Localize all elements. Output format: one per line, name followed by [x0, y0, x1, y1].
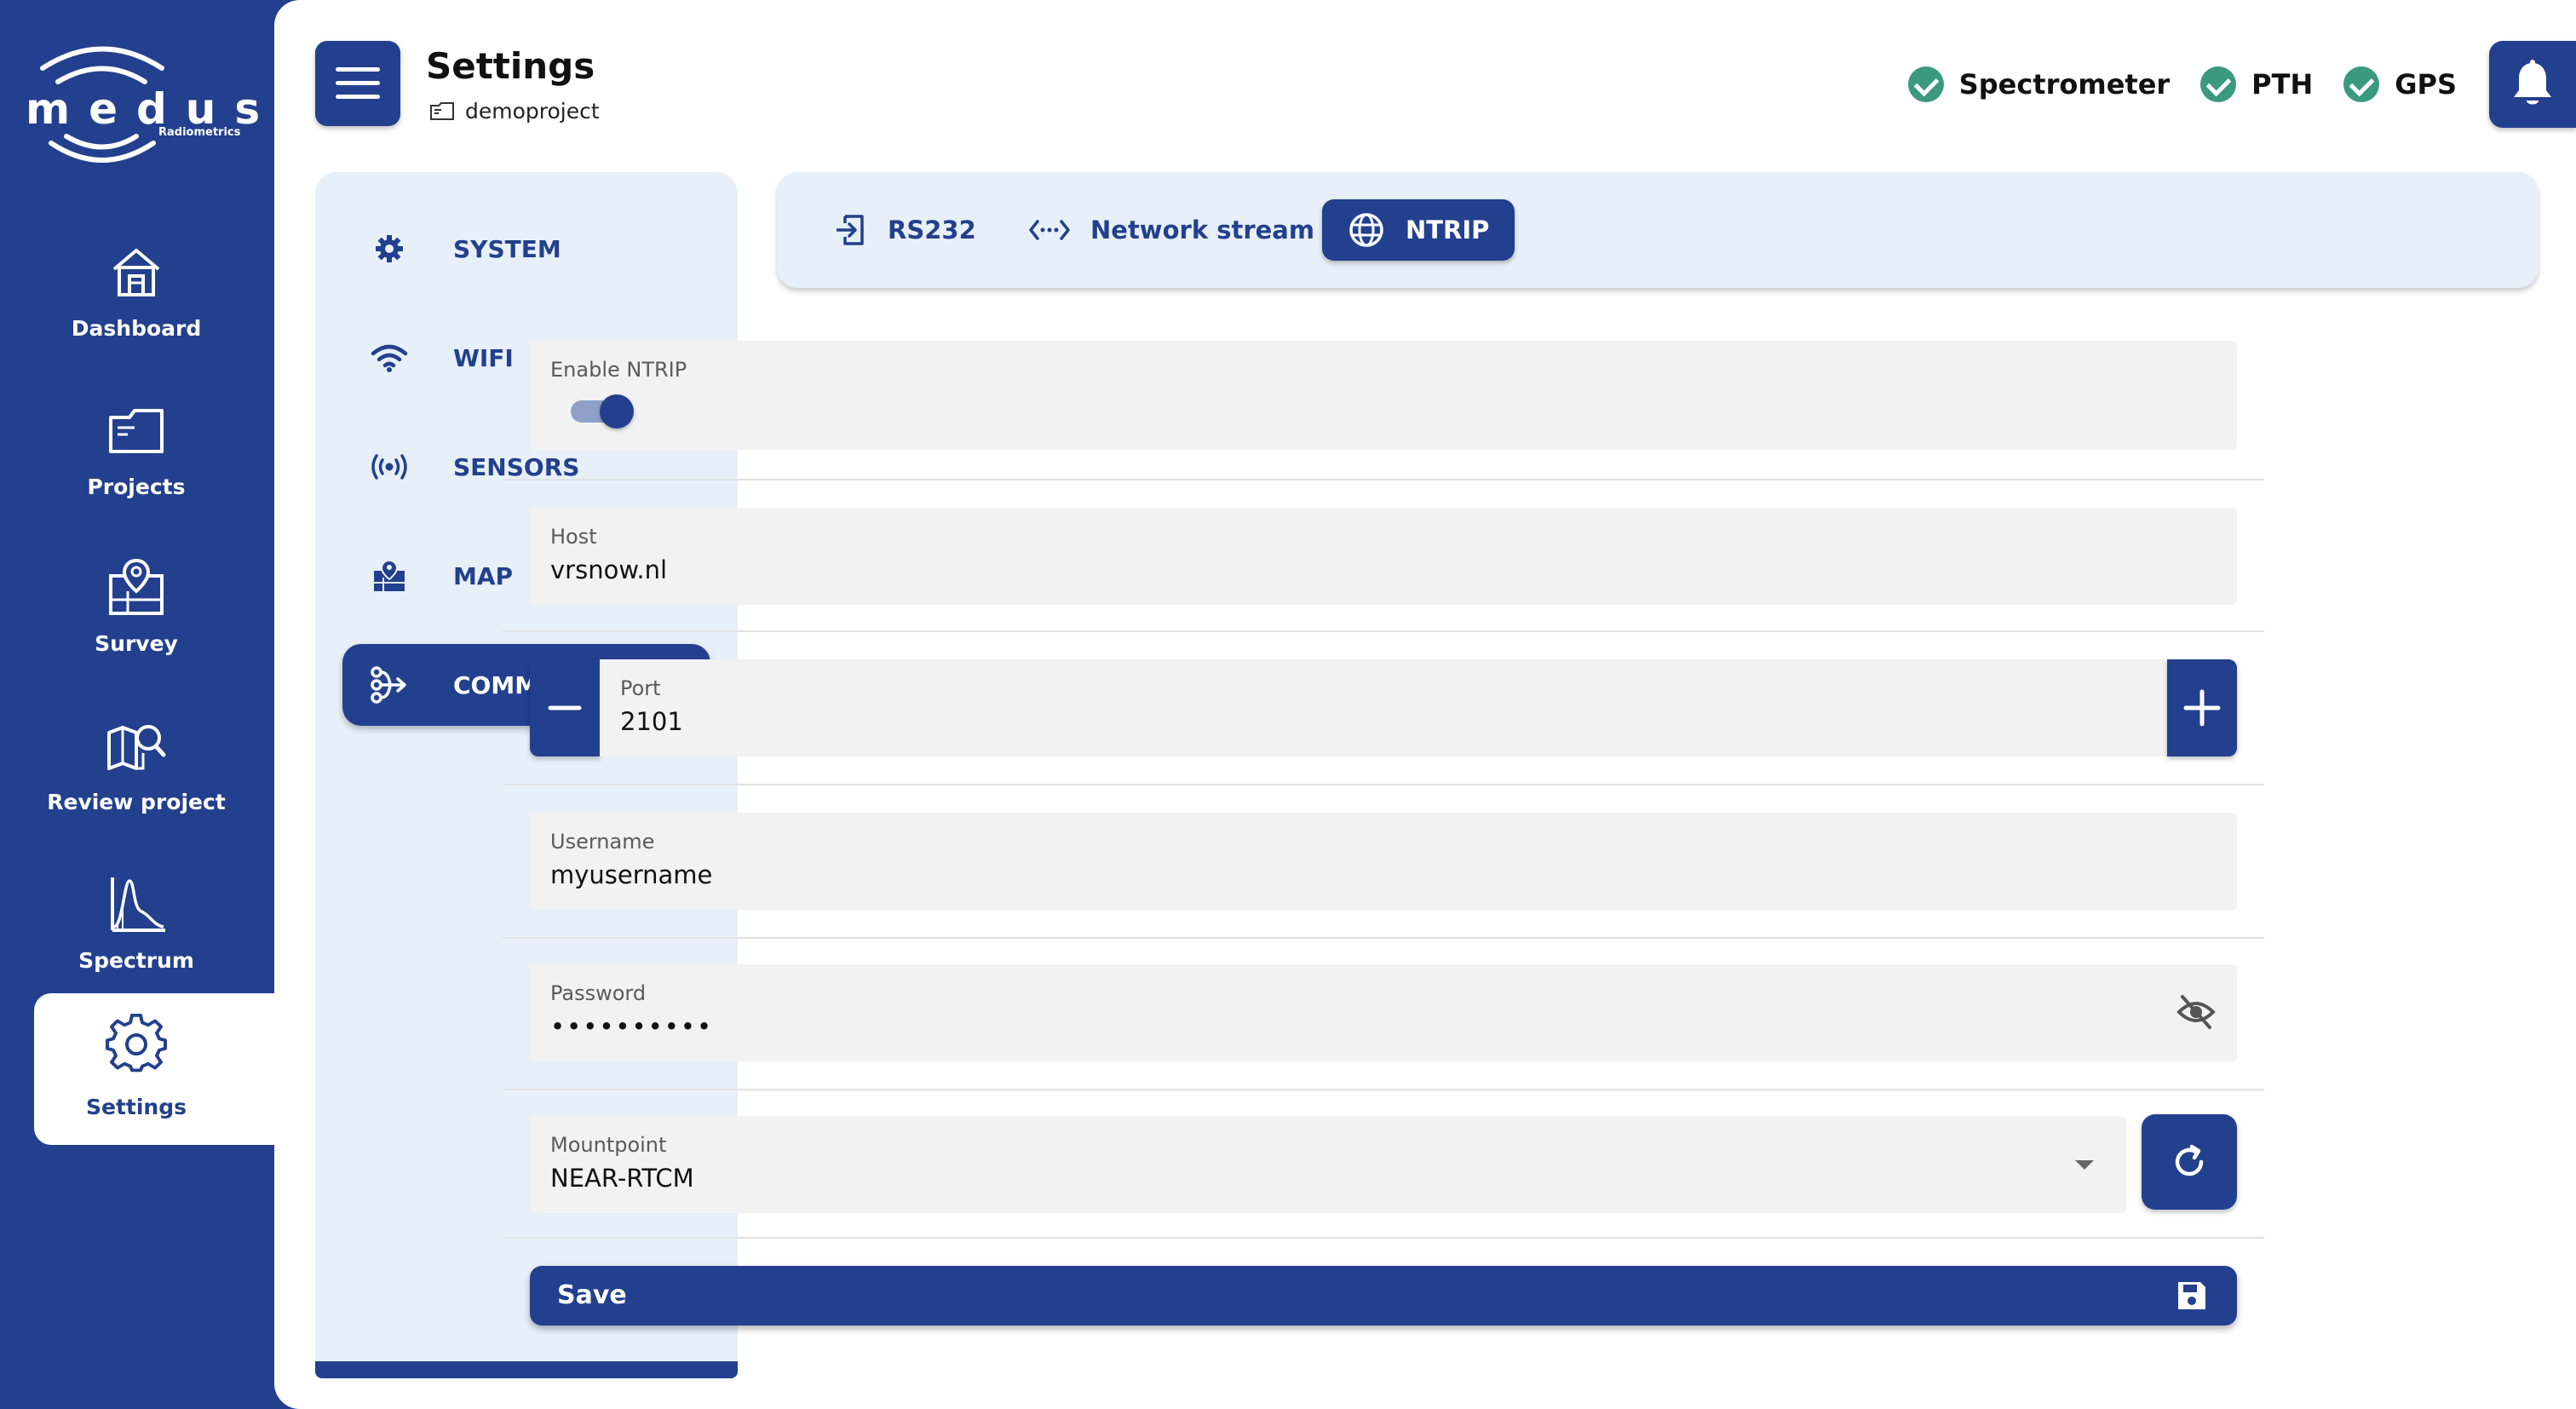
globe-icon: [1349, 213, 1383, 247]
main-navigation: medusa Radiometrics Dashboard Projects S…: [0, 0, 308, 1409]
chevron-down-icon[interactable]: [2075, 1160, 2094, 1170]
nav-item-survey[interactable]: Survey: [34, 532, 239, 683]
hamburger-line: [336, 67, 380, 72]
medusa-logo: medusa Radiometrics: [17, 34, 308, 187]
category-label: SENSORS: [453, 452, 580, 481]
port-increment-button[interactable]: [2167, 659, 2237, 756]
tab-rs232[interactable]: RS232: [808, 199, 1002, 261]
status-spectrometer: Spectrometer: [1907, 66, 2171, 102]
bell-icon: [2514, 60, 2551, 105]
tab-label: NTRIP: [1406, 216, 1490, 244]
password-field[interactable]: Password ••••••••••: [530, 964, 2237, 1061]
refresh-icon: [2175, 1144, 2204, 1176]
password-input[interactable]: ••••••••••: [550, 1010, 713, 1043]
category-system[interactable]: SYSTEM: [342, 208, 710, 290]
floppy-disk-icon: [2178, 1282, 2205, 1309]
folder-icon: [430, 102, 454, 120]
map-icon: [374, 559, 405, 591]
port-input[interactable]: 2101: [620, 705, 683, 738]
tab-network-stream[interactable]: Network stream: [1003, 199, 1340, 261]
nav-item-dashboard[interactable]: Dashboard: [34, 216, 239, 368]
port-decrement-button[interactable]: [530, 659, 600, 756]
nav-label: Survey: [95, 631, 178, 656]
menu-button[interactable]: [315, 41, 400, 126]
mountpoint-select[interactable]: Mountpoint NEAR-RTCM: [530, 1116, 2126, 1213]
enable-ntrip-toggle[interactable]: [571, 394, 634, 428]
host-field[interactable]: Host vrsnow.nl: [530, 508, 2237, 605]
check-icon: [2200, 66, 2237, 102]
enable-ntrip-field: Enable NTRIP: [530, 341, 2237, 450]
category-label: WIFI: [453, 343, 514, 372]
category-label: MAP: [453, 561, 514, 590]
communication-tabs: RS232 Network stream NTRIP: [777, 172, 2539, 288]
divider: [503, 937, 2264, 939]
code-icon: [1029, 220, 1070, 240]
communication-icon: [371, 666, 406, 704]
status-pth: PTH: [2200, 66, 2313, 102]
check-icon: [2343, 66, 2380, 102]
username-input[interactable]: myusername: [550, 859, 712, 891]
status-label: PTH: [2251, 68, 2314, 101]
minus-icon: [548, 705, 582, 710]
notifications-button[interactable]: [2489, 41, 2576, 128]
nav-label: Spectrum: [78, 948, 194, 973]
save-label: Save: [557, 1280, 627, 1310]
logo-subtext: Radiometrics: [158, 126, 241, 139]
toggle-knob: [600, 394, 634, 428]
nav-item-review-project[interactable]: Review project: [34, 690, 239, 842]
nav-label: Review project: [47, 790, 226, 814]
nav-label: Settings: [85, 1095, 187, 1119]
divider: [503, 784, 2264, 785]
status-gps: GPS: [2343, 66, 2457, 102]
field-label: Password: [550, 981, 647, 1005]
refresh-mountpoints-button[interactable]: [2142, 1114, 2237, 1210]
field-label: Port: [620, 676, 661, 700]
divider: [503, 1089, 2264, 1090]
tab-label: RS232: [888, 216, 976, 244]
page-title: Settings: [426, 45, 595, 87]
sensor-icon: [371, 454, 407, 480]
field-label: Mountpoint: [550, 1133, 667, 1157]
category-label: SYSTEM: [453, 234, 561, 263]
folder-icon: [109, 409, 164, 453]
save-button[interactable]: Save: [530, 1266, 2237, 1326]
spectrum-icon: [111, 877, 165, 932]
nav-item-spectrum[interactable]: Spectrum: [34, 848, 239, 1000]
nav-label: Dashboard: [71, 316, 202, 341]
host-input[interactable]: vrsnow.nl: [550, 554, 667, 586]
field-label: Username: [550, 830, 655, 854]
divider: [503, 630, 2264, 632]
current-project: demoproject: [429, 97, 600, 124]
port-field[interactable]: Port 2101: [600, 659, 2167, 756]
mountpoint-value[interactable]: NEAR-RTCM: [550, 1162, 694, 1194]
field-label: Host: [550, 525, 597, 549]
nav-item-settings[interactable]: Settings: [34, 993, 274, 1145]
plus-icon: [2183, 689, 2221, 727]
survey-map-icon: [109, 558, 164, 615]
gear-icon: [106, 1014, 167, 1073]
field-label: Enable NTRIP: [550, 358, 687, 382]
status-label: GPS: [2395, 68, 2457, 101]
gear-icon: [376, 235, 403, 262]
nav-label: Projects: [87, 474, 186, 499]
eye-off-icon[interactable]: [2176, 993, 2217, 1031]
hamburger-line: [336, 81, 380, 85]
tab-ntrip[interactable]: NTRIP: [1322, 199, 1515, 261]
hamburger-line: [336, 95, 380, 99]
divider: [503, 1237, 2264, 1239]
divider: [503, 479, 2264, 480]
device-status-bar: Spectrometer PTH GPS: [1907, 65, 2457, 104]
check-icon: [1907, 66, 1944, 102]
wifi-icon: [371, 344, 408, 372]
nav-item-projects[interactable]: Projects: [34, 375, 239, 526]
username-field[interactable]: Username myusername: [530, 813, 2237, 910]
status-label: Spectrometer: [1958, 68, 2171, 101]
home-icon: [112, 249, 160, 296]
tab-label: Network stream: [1090, 216, 1315, 244]
project-name: demoproject: [465, 98, 600, 124]
map-search-icon: [107, 725, 166, 770]
input-icon: [837, 215, 864, 245]
